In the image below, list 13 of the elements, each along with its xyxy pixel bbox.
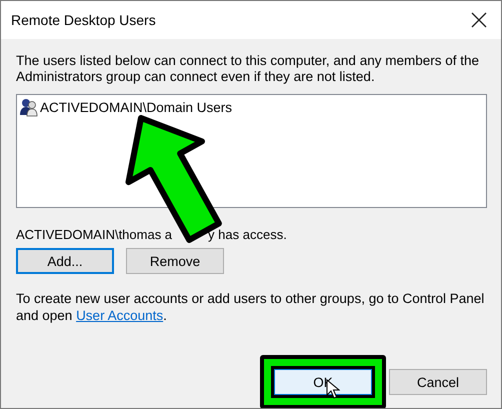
- dialog-button[interactable]: Add...: [16, 248, 114, 274]
- dialog-button[interactable]: Cancel: [389, 369, 487, 395]
- users-group-icon: [19, 97, 39, 117]
- info-text: To create new user accounts or add users to other groups, go to Control Panel and open User Accounts.: [16, 290, 486, 324]
- users-list[interactable]: ACTIVEDOMAIN\Domain Users: [16, 94, 487, 208]
- user-list-item[interactable]: ACTIVEDOMAIN\Domain Users: [19, 97, 484, 117]
- description-text: The users listed below can connect to this computer, and any members of the Administrators group can connect even if they are not listed.: [16, 53, 480, 85]
- access-text: ACTIVEDOMAIN\thomas a: [16, 227, 172, 244]
- close-icon[interactable]: [471, 12, 487, 28]
- access-text: y has access.: [208, 227, 287, 244]
- window-title: Remote Desktop Users: [11, 12, 156, 28]
- user-accounts-link[interactable]: User Accounts: [76, 308, 164, 323]
- dialog-button[interactable]: Remove: [126, 248, 224, 274]
